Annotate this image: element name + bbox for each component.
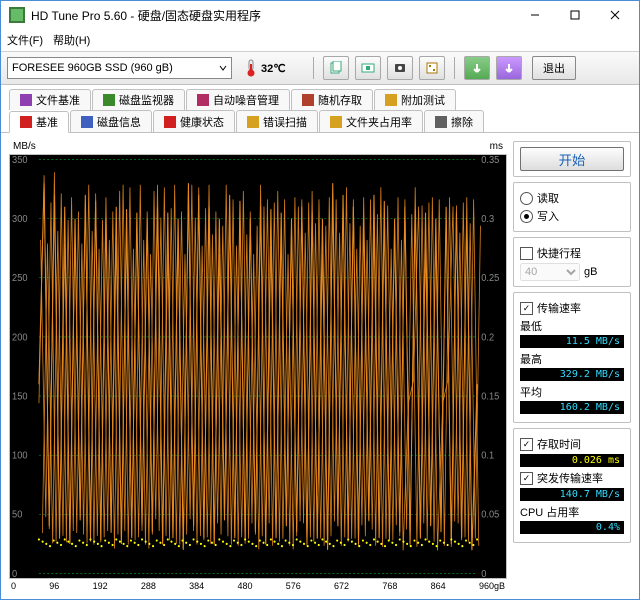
tab-文件基准[interactable]: 文件基准: [9, 89, 91, 110]
tab-健康状态[interactable]: 健康状态: [153, 110, 235, 132]
tab-bar: 文件基准磁盘监视器自动噪音管理随机存取附加测试 基准磁盘信息健康状态错误扫描文件…: [1, 85, 639, 133]
max-value: 329.2 MB/s: [520, 368, 624, 381]
svg-text:350: 350: [12, 155, 28, 166]
svg-text:0: 0: [481, 569, 486, 578]
chart-left-unit: MB/s: [13, 141, 36, 152]
max-label: 最高: [520, 351, 624, 367]
svg-text:150: 150: [12, 391, 28, 402]
thermometer-icon: [244, 59, 258, 77]
chart-x-axis: 096192288384480576672768864960gB: [9, 581, 507, 591]
svg-text:250: 250: [12, 273, 28, 284]
svg-text:0.25: 0.25: [481, 273, 499, 284]
burst-value: 140.7 MB/s: [520, 488, 624, 501]
svg-text:0.3: 0.3: [481, 214, 494, 225]
access-time-checkbox[interactable]: ✓存取时间: [520, 436, 624, 452]
access-value: 0.026 ms: [520, 454, 624, 467]
benchmark-chart: 0 0 50 0.05 100 0.1 150 0.15 200 0.2 250 0.25 300 0.3…: [9, 154, 507, 579]
svg-text:300: 300: [12, 214, 28, 225]
tab-基准[interactable]: 基准: [9, 111, 69, 133]
settings-button[interactable]: [419, 56, 445, 80]
tab-文件夹占用率[interactable]: 文件夹占用率: [319, 110, 423, 132]
tab-磁盘监视器[interactable]: 磁盘监视器: [92, 89, 185, 110]
avg-value: 160.2 MB/s: [520, 401, 624, 414]
drive-label: FORESEE 960GB SSD (960 gB): [12, 62, 173, 74]
svg-text:50: 50: [12, 509, 22, 520]
blocksize-unit: gB: [584, 266, 597, 278]
min-value: 11.5 MB/s: [520, 335, 624, 348]
prev-drive-button[interactable]: [464, 56, 490, 80]
next-drive-button[interactable]: [496, 56, 522, 80]
svg-text:0.35: 0.35: [481, 155, 499, 166]
svg-text:0.1: 0.1: [481, 450, 494, 461]
drive-select[interactable]: FORESEE 960GB SSD (960 gB): [7, 57, 232, 79]
app-icon: [9, 7, 25, 23]
close-button[interactable]: [595, 1, 635, 29]
toolbar: FORESEE 960GB SSD (960 gB) 32℃ 退出: [1, 52, 639, 85]
start-button[interactable]: 开始: [520, 147, 624, 171]
blocksize-select: 40: [520, 263, 580, 281]
window-title: HD Tune Pro 5.60 - 硬盘/固态硬盘实用程序: [31, 7, 515, 24]
temperature-value: 32℃: [261, 62, 286, 75]
tab-擦除[interactable]: 擦除: [424, 110, 484, 132]
menu-help[interactable]: 帮助(H): [53, 32, 90, 48]
menu-file[interactable]: 文件(F): [7, 32, 43, 48]
maximize-button[interactable]: [555, 1, 595, 29]
chart-right-unit: ms: [490, 141, 503, 152]
tab-磁盘信息[interactable]: 磁盘信息: [70, 110, 152, 132]
minimize-button[interactable]: [515, 1, 555, 29]
svg-text:100: 100: [12, 450, 28, 461]
cpu-value: 0.4%: [520, 521, 624, 534]
min-label: 最低: [520, 318, 624, 334]
cpu-label: CPU 占用率: [520, 504, 624, 520]
copy-info-button[interactable]: [323, 56, 349, 80]
transfer-rate-checkbox[interactable]: ✓传输速率: [520, 300, 624, 316]
tab-附加测试[interactable]: 附加测试: [374, 89, 456, 110]
mode-read-radio[interactable]: 读取: [520, 190, 624, 206]
tab-错误扫描[interactable]: 错误扫描: [236, 110, 318, 132]
tab-随机存取[interactable]: 随机存取: [291, 89, 373, 110]
svg-text:0: 0: [12, 569, 17, 578]
burst-rate-checkbox[interactable]: ✓突发传输速率: [520, 470, 624, 486]
exit-button[interactable]: 退出: [532, 56, 576, 80]
mode-write-radio[interactable]: 写入: [520, 208, 624, 224]
titlebar: HD Tune Pro 5.60 - 硬盘/固态硬盘实用程序: [1, 1, 639, 29]
chevron-down-icon: [219, 64, 227, 72]
short-stroke-checkbox[interactable]: 快捷行程: [520, 245, 624, 261]
temperature-display: 32℃: [244, 59, 304, 77]
tab-自动噪音管理[interactable]: 自动噪音管理: [186, 89, 290, 110]
menubar: 文件(F) 帮助(H): [1, 29, 639, 52]
svg-text:200: 200: [12, 332, 28, 343]
svg-text:0.05: 0.05: [481, 509, 499, 520]
svg-text:0.15: 0.15: [481, 391, 499, 402]
screenshot-button[interactable]: [355, 56, 381, 80]
svg-text:0.2: 0.2: [481, 332, 494, 343]
avg-label: 平均: [520, 384, 624, 400]
save-button[interactable]: [387, 56, 413, 80]
